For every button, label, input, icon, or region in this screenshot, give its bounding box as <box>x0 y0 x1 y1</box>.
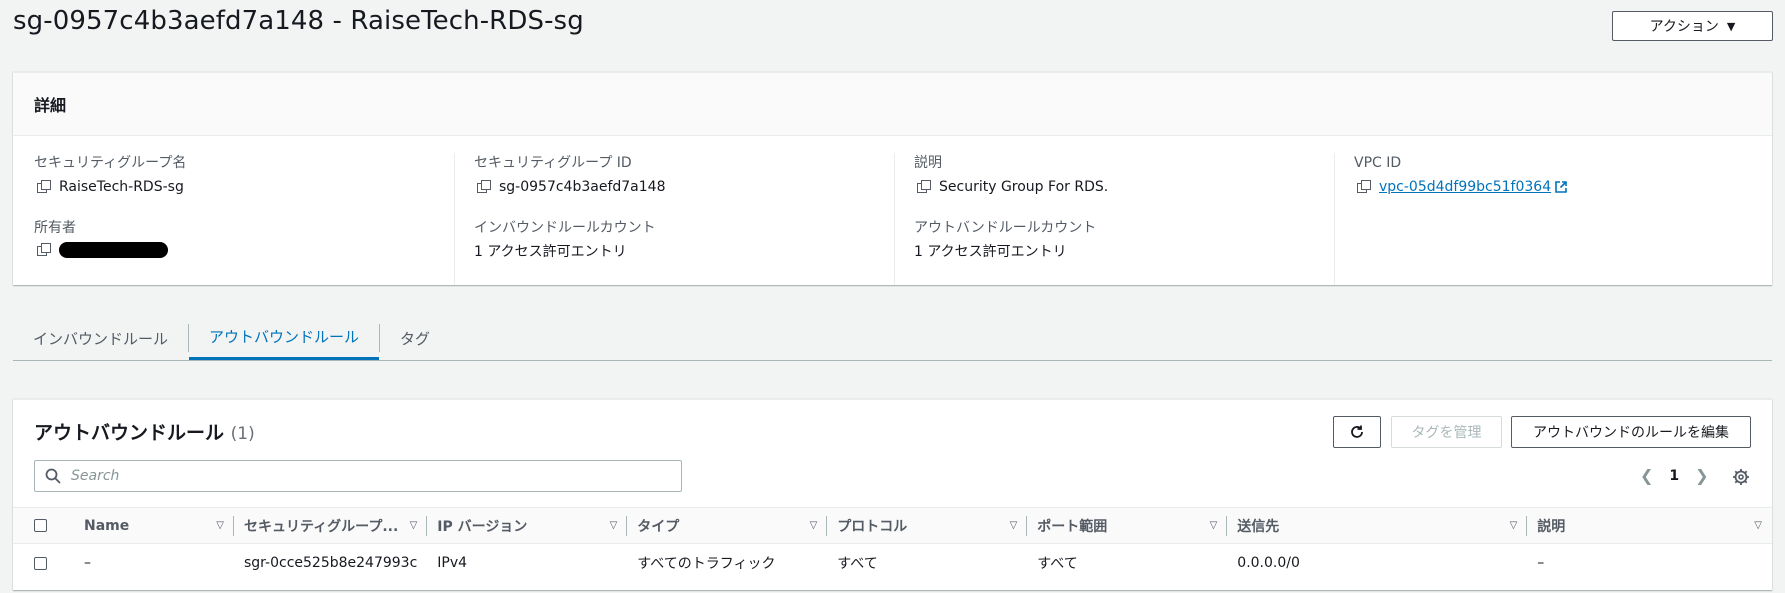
search-input-wrapper[interactable] <box>34 460 682 492</box>
search-input[interactable] <box>69 467 653 485</box>
column-header-type[interactable]: タイプ ▽ <box>627 508 828 544</box>
cell-destination: 0.0.0.0/0 <box>1237 555 1300 572</box>
cell-protocol: すべて <box>837 556 878 573</box>
sort-caret-icon: ▽ <box>216 520 224 531</box>
cell-name: – <box>84 555 91 572</box>
sort-caret-icon: ▽ <box>1754 520 1762 531</box>
gear-icon[interactable] <box>1732 468 1750 486</box>
rules-count: (1) <box>230 424 255 444</box>
outbound-rules-panel: アウトバウンドルール (1) タグを管理 アウトバウンドのルールを編集 ❮ 1 … <box>13 399 1772 590</box>
row-checkbox[interactable] <box>34 556 47 570</box>
table-row[interactable]: – sgr-0cce525b8e247993c IPv4 すべてのトラフィック … <box>13 544 1772 583</box>
vpc-id-link[interactable]: vpc-05d4df99bc51f0364 <box>1379 177 1567 197</box>
cell-ip-version: IPv4 <box>437 555 468 572</box>
tab-outbound-rules[interactable]: アウトバウンドルール <box>189 316 380 360</box>
column-label: IP バージョン <box>437 518 528 535</box>
vpc-id-label: VPC ID <box>1354 155 1402 171</box>
page-title: sg-0957c4b3aefd7a148 - RaiseTech-RDS-sg <box>13 6 584 36</box>
column-label: 送信先 <box>1237 518 1280 535</box>
vpc-id-value: vpc-05d4df99bc51f0364 <box>1379 179 1552 195</box>
actions-label: アクション <box>1649 19 1719 35</box>
cell-security-group-rule-id: sgr-0cce525b8e247993c <box>244 555 418 572</box>
sg-name-value: RaiseTech-RDS-sg <box>59 179 184 195</box>
column-label: 説明 <box>1537 518 1566 535</box>
table-header-row: Name ▽ セキュリティグループ... ▽ IP バージョン ▽ タイプ ▽ プロトコ… <box>13 507 1772 544</box>
details-col-1: セキュリティグループ名 RaiseTech-RDS-sg 所有者 <box>34 153 186 285</box>
sg-name-label: セキュリティグループ名 <box>34 155 187 171</box>
copy-icon[interactable] <box>37 180 51 194</box>
sort-caret-icon: ▽ <box>1209 520 1218 531</box>
rules-title-text: アウトバウンドルール <box>34 422 225 444</box>
sort-caret-icon: ▽ <box>809 520 818 531</box>
details-panel: 詳細 セキュリティグループ名 RaiseTech-RDS-sg 所有者 セキュリ… <box>13 72 1772 285</box>
cell-description: – <box>1537 555 1545 572</box>
column-label: セキュリティグループ... <box>244 518 399 535</box>
outbound-count-label: アウトバンドルールカウント <box>914 220 1097 236</box>
refresh-button[interactable] <box>1333 416 1381 448</box>
details-col-4: VPC ID vpc-05d4df99bc51f0364 <box>1334 153 1567 285</box>
description-label: 説明 <box>914 155 942 171</box>
column-label: ポート範囲 <box>1037 518 1108 535</box>
sg-id-label: セキュリティグループ ID <box>474 155 632 171</box>
chevron-right-icon[interactable]: ❯ <box>1695 466 1708 485</box>
manage-tags-button[interactable]: タグを管理 <box>1391 416 1502 448</box>
column-header-security-group[interactable]: セキュリティグループ... ▽ <box>234 508 428 544</box>
copy-icon[interactable] <box>917 180 931 194</box>
details-col-3: 説明 Security Group For RDS. アウトバンドルールカウント… <box>894 153 1108 285</box>
cell-port-range: すべて <box>1037 556 1078 573</box>
cell-type: すべてのトラフィック <box>637 556 776 573</box>
page-number[interactable]: 1 <box>1669 468 1679 484</box>
column-header-protocol[interactable]: プロトコル ▽ <box>827 508 1028 544</box>
sort-caret-icon: ▽ <box>609 520 618 531</box>
sort-caret-icon: ▽ <box>1509 520 1518 531</box>
tab-inbound-rules[interactable]: インバウンドルール <box>13 316 188 360</box>
details-col-2: セキュリティグループ ID sg-0957c4b3aefd7a148 インバウン… <box>454 153 665 285</box>
tab-tags[interactable]: タグ <box>380 316 450 360</box>
external-link-icon <box>1555 181 1567 193</box>
caret-down-icon: ▼ <box>1726 19 1736 33</box>
search-icon <box>45 468 61 484</box>
rules-table: Name ▽ セキュリティグループ... ▽ IP バージョン ▽ タイプ ▽ プロトコ… <box>13 507 1772 583</box>
rules-title: アウトバウンドルール (1) <box>34 418 255 445</box>
select-all-checkbox[interactable] <box>34 519 47 532</box>
tab-bar: インバウンドルール アウトバウンドルール タグ <box>13 316 1772 361</box>
column-header-port-range[interactable]: ポート範囲 ▽ <box>1027 508 1228 544</box>
copy-icon[interactable] <box>37 243 51 257</box>
refresh-icon <box>1351 425 1363 438</box>
column-header-destination[interactable]: 送信先 ▽ <box>1227 508 1528 544</box>
copy-icon[interactable] <box>1357 180 1371 194</box>
actions-dropdown-button[interactable]: アクション ▼ <box>1612 11 1773 41</box>
owner-redacted-value <box>59 242 168 258</box>
copy-icon[interactable] <box>477 180 491 194</box>
outbound-count-value: 1 アクセス許可エントリ <box>914 244 1067 260</box>
row-select-cell <box>13 544 74 583</box>
column-header-name[interactable]: Name ▽ <box>74 508 234 544</box>
column-label: タイプ <box>637 518 680 535</box>
details-header: 詳細 <box>13 73 1772 136</box>
owner-label: 所有者 <box>34 220 76 236</box>
pagination: ❮ 1 ❯ <box>1640 466 1709 485</box>
column-label: Name <box>84 517 130 534</box>
sort-caret-icon: ▽ <box>409 520 418 531</box>
sort-caret-icon: ▽ <box>1009 520 1018 531</box>
column-header-description[interactable]: 説明 ▽ <box>1527 508 1772 544</box>
inbound-count-value: 1 アクセス許可エントリ <box>474 244 627 260</box>
description-value: Security Group For RDS. <box>939 179 1109 195</box>
column-label: プロトコル <box>837 518 908 535</box>
inbound-count-label: インバウンドルールカウント <box>474 220 656 236</box>
sg-id-value: sg-0957c4b3aefd7a148 <box>499 179 666 195</box>
edit-outbound-rules-button[interactable]: アウトバウンドのルールを編集 <box>1511 416 1751 448</box>
column-header-ip-version[interactable]: IP バージョン ▽ <box>427 508 628 544</box>
select-all-cell <box>13 508 74 544</box>
chevron-left-icon[interactable]: ❮ <box>1640 466 1653 485</box>
